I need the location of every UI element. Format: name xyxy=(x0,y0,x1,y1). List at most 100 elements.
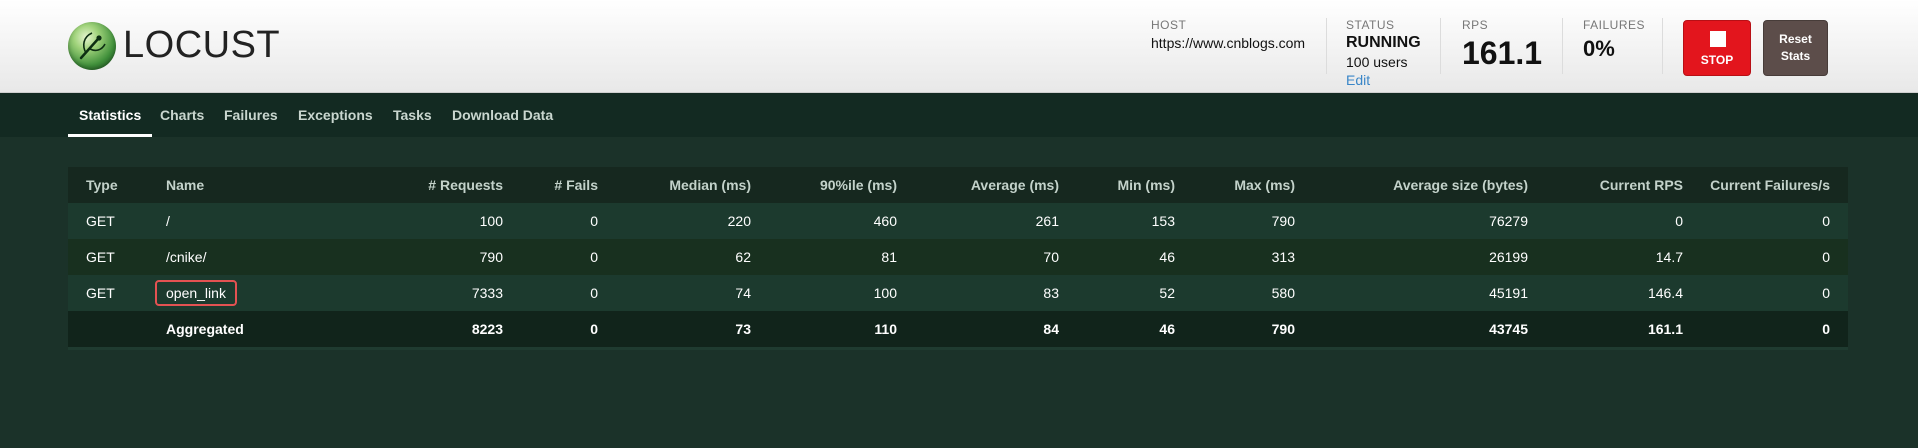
host-label: HOST xyxy=(1151,18,1187,32)
table-row: GET / 100 0 220 460 261 153 790 76279 0 … xyxy=(68,203,1848,239)
cell-90ile: 81 xyxy=(881,249,897,265)
cell-max: 790 xyxy=(1271,321,1295,337)
cell-max: 580 xyxy=(1271,285,1295,301)
reset-button-label-line2: Stats xyxy=(1780,49,1811,63)
tab-bar: Statistics Charts Failures Exceptions Ta… xyxy=(0,93,1918,137)
cell-fails: 0 xyxy=(590,249,598,265)
stop-icon xyxy=(1710,31,1726,47)
divider xyxy=(1326,18,1327,74)
cell-fails: 0 xyxy=(590,213,598,229)
cell-max: 790 xyxy=(1271,213,1295,229)
cell-name: Aggregated xyxy=(166,321,244,337)
column-header-90ile[interactable]: 90%ile (ms) xyxy=(820,167,897,203)
cell-average: 261 xyxy=(1035,213,1059,229)
cell-current-failures: 0 xyxy=(1822,213,1830,229)
table-header-row: Type Name # Requests # Fails Median (ms)… xyxy=(68,167,1848,203)
tab-exceptions[interactable]: Exceptions xyxy=(298,93,373,137)
aggregated-row: Aggregated 8223 0 73 110 84 46 790 43745… xyxy=(68,311,1848,347)
failures-value: 0% xyxy=(1583,36,1615,61)
column-header-max[interactable]: Max (ms) xyxy=(1234,167,1295,203)
host-value: https://www.cnblogs.com xyxy=(1151,35,1306,51)
locust-logo-icon xyxy=(68,22,116,70)
cell-average-size: 76279 xyxy=(1489,213,1528,229)
column-header-min[interactable]: Min (ms) xyxy=(1117,167,1175,203)
cell-average: 84 xyxy=(1043,321,1059,337)
column-header-fails[interactable]: # Fails xyxy=(554,167,598,203)
cell-median: 73 xyxy=(735,321,751,337)
status-value: RUNNING xyxy=(1346,34,1421,51)
cell-current-failures: 0 xyxy=(1822,285,1830,301)
cell-current-rps: 14.7 xyxy=(1655,249,1683,265)
cell-average: 70 xyxy=(1043,249,1059,265)
cell-average-size: 45191 xyxy=(1489,285,1528,301)
column-header-average-size[interactable]: Average size (bytes) xyxy=(1393,167,1528,203)
tab-failures[interactable]: Failures xyxy=(224,93,278,137)
column-header-median[interactable]: Median (ms) xyxy=(669,167,751,203)
cell-min: 46 xyxy=(1159,321,1175,337)
cell-min: 46 xyxy=(1159,249,1175,265)
divider xyxy=(1562,18,1563,74)
cell-current-rps: 146.4 xyxy=(1647,285,1683,301)
highlighted-name: open_link xyxy=(155,280,237,306)
rps-block: RPS 161.1 xyxy=(1462,18,1542,72)
column-header-current-rps[interactable]: Current RPS xyxy=(1600,167,1683,203)
status-label: STATUS xyxy=(1346,18,1395,32)
host-block: HOST https://www.cnblogs.com xyxy=(1151,18,1305,51)
cell-max: 313 xyxy=(1271,249,1295,265)
statistics-table: Type Name # Requests # Fails Median (ms)… xyxy=(68,167,1848,350)
column-header-name[interactable]: Name xyxy=(166,167,204,203)
stop-button-label: STOP xyxy=(1700,53,1734,67)
logo-text: LOCUST xyxy=(123,24,281,66)
cell-type: GET xyxy=(86,213,115,229)
cell-requests: 7333 xyxy=(471,285,503,301)
cell-requests: 100 xyxy=(479,213,503,229)
cell-name: open_link xyxy=(155,275,237,311)
cell-average: 83 xyxy=(1043,285,1059,301)
column-header-current-failures[interactable]: Current Failures/s xyxy=(1710,167,1830,203)
cell-min: 52 xyxy=(1159,285,1175,301)
cell-requests: 790 xyxy=(479,249,503,265)
tab-statistics[interactable]: Statistics xyxy=(68,93,153,137)
user-count: 100 users xyxy=(1346,54,1408,70)
cell-current-rps: 0 xyxy=(1675,213,1683,229)
cell-fails: 0 xyxy=(590,321,598,337)
cell-median: 74 xyxy=(735,285,751,301)
status-block: STATUS RUNNING 100 users Edit xyxy=(1346,18,1421,88)
cell-type: GET xyxy=(86,249,115,265)
table-row: GET /cnike/ 790 0 62 81 70 46 313 26199 … xyxy=(68,239,1848,275)
tab-tasks[interactable]: Tasks xyxy=(393,93,432,137)
cell-min: 153 xyxy=(1151,213,1175,229)
edit-users-link[interactable]: Edit xyxy=(1346,72,1421,88)
cell-fails: 0 xyxy=(590,285,598,301)
column-header-type[interactable]: Type xyxy=(86,167,118,203)
cell-current-rps: 161.1 xyxy=(1647,321,1683,337)
reset-button-label-line1: Reset xyxy=(1779,32,1812,46)
cell-current-failures: 0 xyxy=(1822,321,1830,337)
cell-type: GET xyxy=(86,285,115,301)
cell-name: /cnike/ xyxy=(166,249,207,265)
cell-90ile: 460 xyxy=(873,213,897,229)
cell-median: 220 xyxy=(727,213,751,229)
cell-current-failures: 0 xyxy=(1822,249,1830,265)
cell-average-size: 26199 xyxy=(1489,249,1528,265)
cell-requests: 8223 xyxy=(471,321,503,337)
rps-label: RPS xyxy=(1462,18,1489,32)
header: LOCUST HOST https://www.cnblogs.com STAT… xyxy=(0,0,1918,93)
reset-stats-button[interactable]: Reset Stats xyxy=(1763,20,1828,76)
failures-block: FAILURES 0% xyxy=(1583,18,1645,62)
cell-name: / xyxy=(166,213,170,229)
stop-button[interactable]: STOP xyxy=(1683,20,1751,76)
cell-median: 62 xyxy=(735,249,751,265)
tab-charts[interactable]: Charts xyxy=(160,93,204,137)
rps-value: 161.1 xyxy=(1462,35,1543,71)
column-header-requests[interactable]: # Requests xyxy=(428,167,503,203)
tab-download-data[interactable]: Download Data xyxy=(452,93,553,137)
cell-90ile: 110 xyxy=(874,321,897,337)
failures-label: FAILURES xyxy=(1583,18,1646,32)
cell-average-size: 43745 xyxy=(1489,321,1528,337)
divider xyxy=(1440,18,1441,74)
cell-90ile: 100 xyxy=(873,285,897,301)
divider xyxy=(1662,18,1663,74)
table-row: GET open_link 7333 0 74 100 83 52 580 45… xyxy=(68,275,1848,311)
column-header-average[interactable]: Average (ms) xyxy=(971,167,1059,203)
